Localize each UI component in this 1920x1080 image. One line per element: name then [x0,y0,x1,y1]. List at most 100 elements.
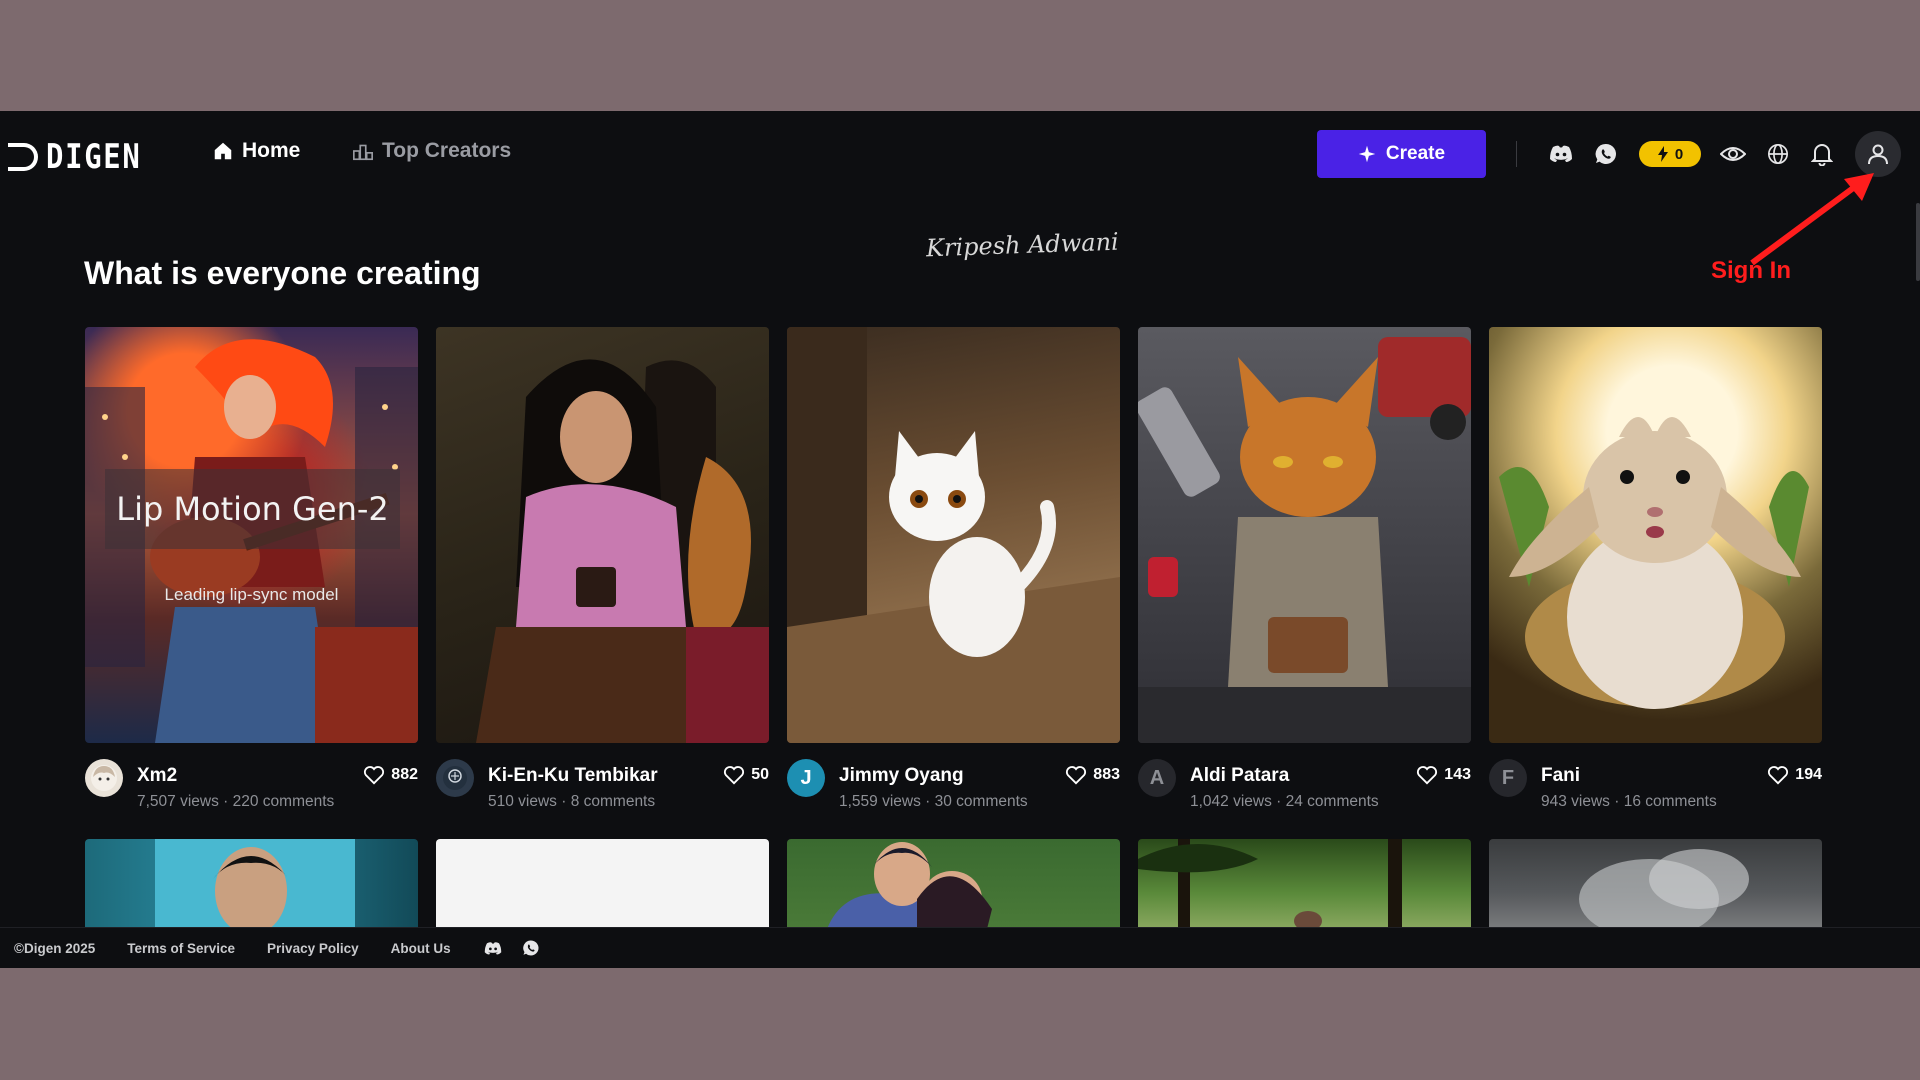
scrollbar-thumb[interactable] [1916,203,1920,281]
avatar-initial: J [800,766,812,789]
credits-count: 0 [1674,145,1684,163]
like-button[interactable]: 194 [1767,765,1822,785]
feed-card-thumbnail[interactable] [787,839,1120,929]
whatsapp-icon[interactable] [1591,139,1621,169]
card-stats: 7,507 views · 220 comments [137,793,335,810]
eye-icon[interactable] [1718,139,1748,169]
feed-card-thumbnail[interactable] [436,839,769,929]
card-thumbnail[interactable] [1138,327,1471,743]
couple-illustration [827,842,992,929]
avatar-initial: A [1149,766,1165,789]
feed-card-thumbnail[interactable] [85,839,418,929]
white-kitten-illustration [787,327,1120,743]
orange-cat-illustration [1138,337,1471,743]
card-thumbnail[interactable]: Lip Motion Gen-2 Leading lip-sync model [85,327,418,743]
forest-illustration [1138,839,1402,929]
card-stats: 1,042 views · 24 comments [1190,793,1379,810]
feed-card[interactable]: F Fani 943 views · 16 comments 194 [1489,327,1822,810]
like-count: 882 [391,766,418,783]
section-title: What is everyone creating [84,255,481,291]
feed-card[interactable]: J Jimmy Oyang 1,559 views · 30 comments … [787,327,1120,810]
footer-privacy-link[interactable]: Privacy Policy [267,941,359,956]
navbar-divider [1516,141,1517,167]
footer-copyright: ©Digen 2025 [14,940,96,956]
card-meta: A Aldi Patara 1,042 views · 24 comments … [1138,759,1471,819]
avatar-initial: F [1501,766,1515,789]
podium-icon [353,144,373,161]
feature-overlay: Lip Motion Gen-2 [105,469,400,549]
app-screen: DIGEN Home Top Creators Create 0 Kripesh… [0,111,1920,968]
discord-icon[interactable] [1546,139,1576,169]
emblem-avatar-icon [443,766,467,790]
avatar[interactable] [436,759,474,797]
feed-card[interactable]: Lip Motion Gen-2 Leading lip-sync model … [85,327,418,810]
create-button-label: Create [1385,143,1446,164]
creator-name[interactable]: Ki-En-Ku Tembikar [488,765,658,787]
feature-subtitle: Leading lip-sync model [164,585,339,604]
card-thumbnail[interactable] [436,327,769,743]
smoke-illustration [1579,849,1749,929]
whatsapp-icon[interactable] [521,938,541,958]
heart-icon [1066,766,1087,785]
heart-icon [1768,766,1789,785]
like-count: 50 [751,766,769,783]
sparkle-icon [1358,145,1376,163]
signature-watermark: Kripesh Adwani [925,227,1120,263]
like-button[interactable]: 143 [1416,765,1471,785]
feed-card[interactable]: A Aldi Patara 1,042 views · 24 comments … [1138,327,1471,810]
anime-avatar-icon [91,765,117,791]
user-icon [1868,144,1888,165]
card-meta: Xm2 7,507 views · 220 comments 882 [85,759,418,819]
creator-name[interactable]: Xm2 [137,765,177,787]
discord-icon[interactable] [483,938,503,958]
card-meta: J Jimmy Oyang 1,559 views · 30 comments … [787,759,1120,819]
like-count: 194 [1795,766,1822,783]
like-button[interactable]: 50 [723,765,769,785]
brand-name: DIGEN [46,137,142,177]
card-thumbnail[interactable] [787,327,1120,743]
feed-card[interactable]: Ki-En-Ku Tembikar 510 views · 8 comments… [436,327,769,810]
woman-with-mug-illustration [476,359,769,743]
nav-top-creators[interactable]: Top Creators [352,139,511,163]
brand-logo[interactable]: DIGEN [8,137,158,177]
man-portrait-illustration [155,839,355,929]
like-count: 143 [1444,766,1471,783]
bell-icon[interactable] [1807,139,1837,169]
like-button[interactable]: 882 [363,765,418,785]
feed-card-thumbnail[interactable] [1138,839,1471,929]
card-stats: 1,559 views · 30 comments [839,793,1028,810]
avatar[interactable]: A [1138,759,1176,797]
nav-top-creators-label: Top Creators [382,139,512,162]
sign-in-annotation: Sign In [1711,257,1791,284]
nav-home-label: Home [242,139,301,162]
avatar[interactable]: J [787,759,825,797]
create-button[interactable]: Create [1317,130,1486,178]
lightning-icon [1657,146,1668,162]
footer-about-link[interactable]: About Us [391,941,451,956]
card-stats: 943 views · 16 comments [1541,793,1717,810]
feature-title: Lip Motion Gen-2 [116,490,389,528]
avatar[interactable] [85,759,123,797]
globe-icon[interactable] [1763,139,1793,169]
heart-icon [1417,766,1438,785]
card-stats: 510 views · 8 comments [488,793,656,810]
digen-logo-icon [8,143,38,171]
footer-terms-link[interactable]: Terms of Service [127,941,235,956]
nav-home[interactable]: Home [212,139,300,163]
creator-name[interactable]: Fani [1541,765,1580,787]
annotation-arrow-icon [1750,173,1874,266]
card-meta: Ki-En-Ku Tembikar 510 views · 8 comments… [436,759,769,819]
heart-icon [724,766,745,785]
avatar[interactable]: F [1489,759,1527,797]
heart-icon [364,766,385,785]
feed-card-thumbnail[interactable] [1489,839,1822,929]
like-count: 883 [1093,766,1120,783]
footer: ©Digen 2025 Terms of Service Privacy Pol… [0,927,1920,968]
like-button[interactable]: 883 [1065,765,1120,785]
credits-badge[interactable]: 0 [1639,141,1701,167]
card-thumbnail[interactable] [1489,327,1822,743]
top-navbar: DIGEN Home Top Creators Create 0 [0,111,1920,197]
creator-name[interactable]: Jimmy Oyang [839,765,964,787]
creator-name[interactable]: Aldi Patara [1190,765,1289,787]
card-meta: F Fani 943 views · 16 comments 194 [1489,759,1822,819]
